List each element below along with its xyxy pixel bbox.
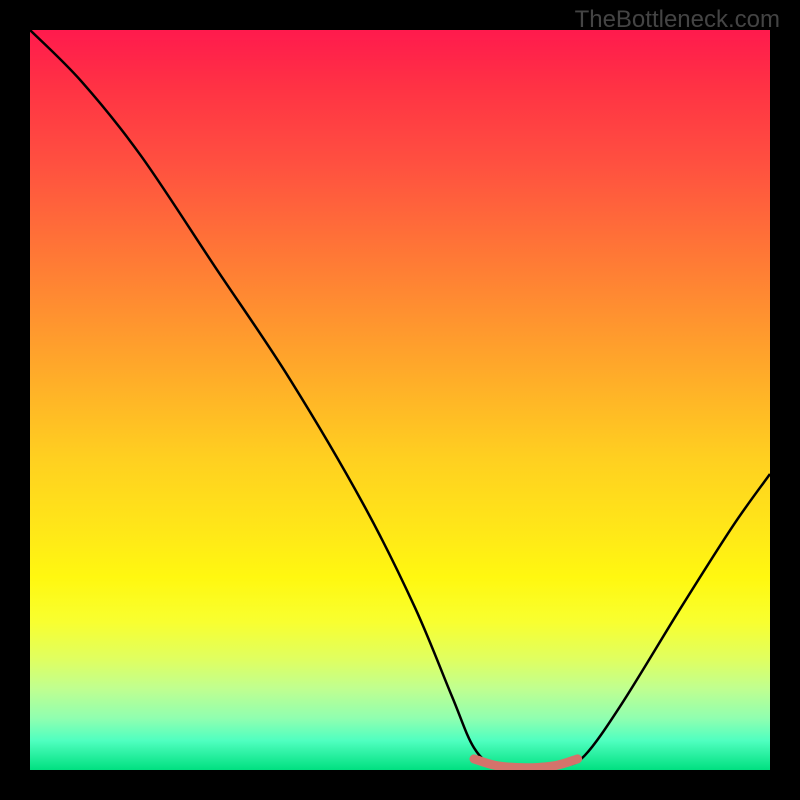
- bottleneck-curve: [30, 30, 770, 770]
- chart-svg: [30, 30, 770, 770]
- watermark-text: TheBottleneck.com: [575, 6, 780, 34]
- chart-container: TheBottleneck.com: [0, 0, 800, 800]
- plot-area: [30, 30, 770, 770]
- optimal-range-highlight: [474, 759, 578, 768]
